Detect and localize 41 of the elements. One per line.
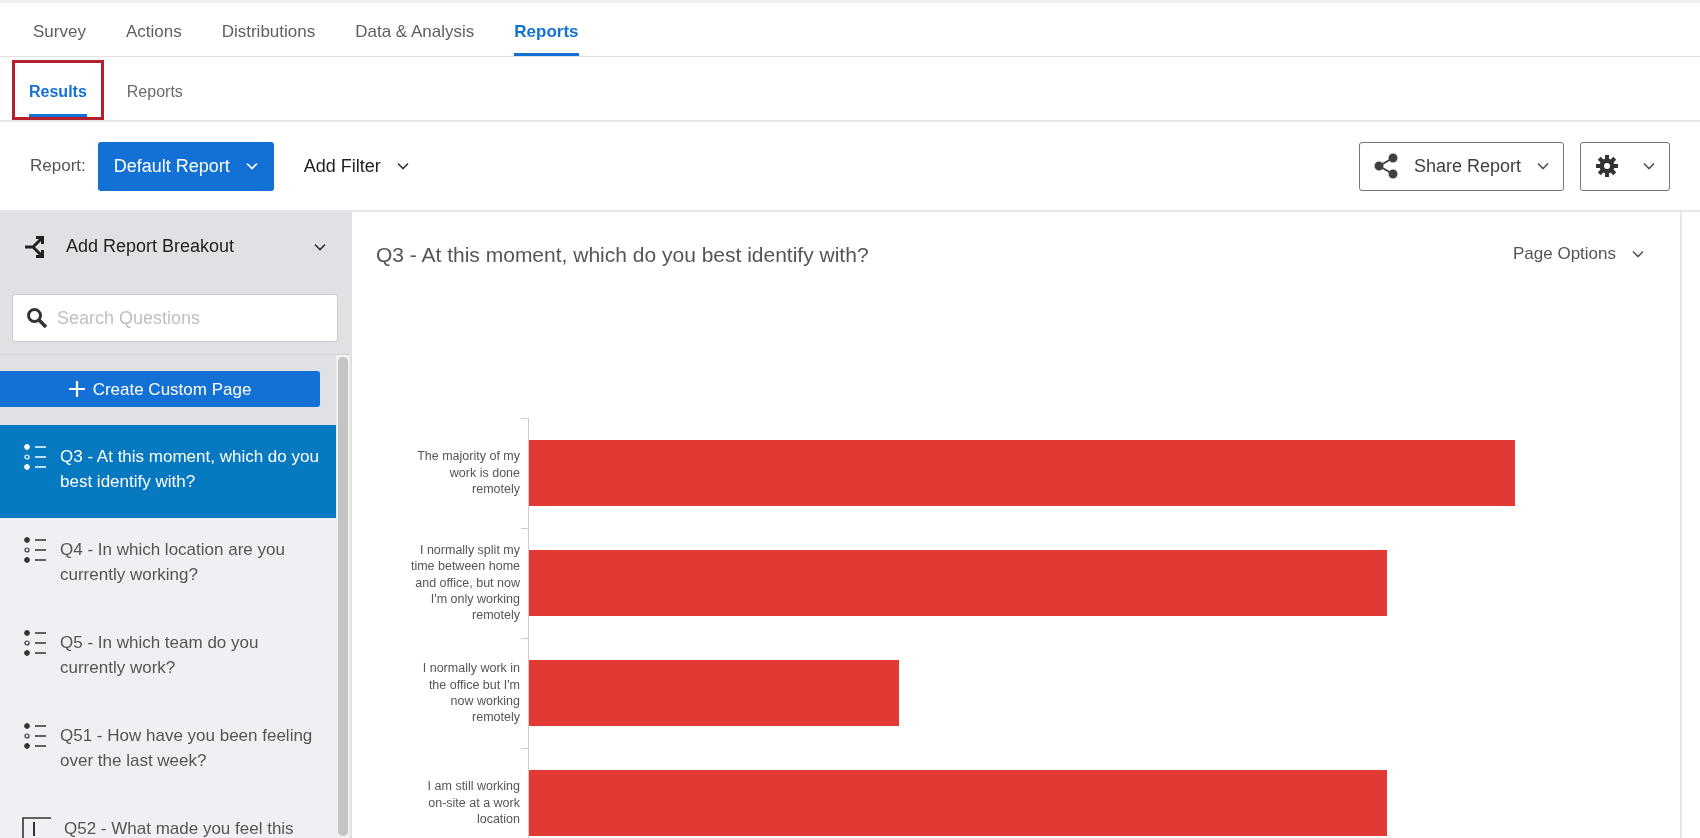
question-item[interactable]: Q3 - At this moment, which do you best identify with? xyxy=(0,425,336,519)
nav-tab[interactable]: Survey xyxy=(33,2,86,56)
report-breakout-dropdown[interactable]: Add Report Breakout xyxy=(0,212,350,283)
share-report-button[interactable]: Share Report xyxy=(1358,141,1564,191)
search-field[interactable]: Search Questions xyxy=(12,294,338,343)
nav-tab[interactable]: Data & Analysis xyxy=(355,2,475,56)
question-item[interactable]: Q51 - How have you been feeling over the last week? xyxy=(0,704,336,798)
page-title: Q3 - At this moment, which do you best identify with? xyxy=(376,241,869,267)
add-filter-button[interactable]: Add Filter xyxy=(297,151,415,181)
list-icon xyxy=(22,722,48,751)
axis-label: The majority of my work is done remotely xyxy=(416,448,521,498)
settings-icon xyxy=(1595,154,1619,179)
plus-icon xyxy=(68,381,85,398)
question-item[interactable]: Q5 - In which team do you currently work? xyxy=(0,611,336,705)
list-icon xyxy=(22,443,48,472)
caret-icon xyxy=(245,162,258,171)
question-item[interactable]: Q52 - What made you feel this xyxy=(0,797,336,838)
create-custom-page-button[interactable]: Create Custom Page xyxy=(0,371,320,408)
report-dropdown[interactable]: Default Report xyxy=(97,141,274,191)
axis-label: I normally split my time between home and office, but now I'm only working remotely xyxy=(409,542,521,625)
nav-tab[interactable]: Actions xyxy=(125,2,182,56)
sub-tab[interactable]: Reports xyxy=(126,79,183,117)
scrollbar[interactable] xyxy=(338,357,348,836)
caret-icon xyxy=(1643,162,1655,171)
page-options-dropdown[interactable]: Page Options xyxy=(1507,240,1650,268)
caret-icon xyxy=(314,242,326,251)
sub-tab[interactable]: Results xyxy=(29,79,87,117)
settings-button[interactable] xyxy=(1580,141,1670,191)
axis-label: I am still working on-site at a work location xyxy=(426,778,521,828)
list-icon xyxy=(22,629,48,658)
axis-label: I normally work in the office but I'm now working remotely xyxy=(421,660,521,727)
caret-icon xyxy=(1537,162,1549,171)
text-entry-icon xyxy=(22,817,52,838)
report-label: Report: xyxy=(30,155,86,178)
nav-tab[interactable]: Distributions xyxy=(221,2,316,56)
caret-icon xyxy=(396,162,409,171)
share-icon xyxy=(1373,153,1398,180)
question-item[interactable]: Q4 - In which location are you currently working? xyxy=(0,518,336,612)
list-icon xyxy=(22,536,48,565)
nav-tab[interactable]: Reports xyxy=(514,2,579,56)
caret-icon xyxy=(1632,250,1644,259)
